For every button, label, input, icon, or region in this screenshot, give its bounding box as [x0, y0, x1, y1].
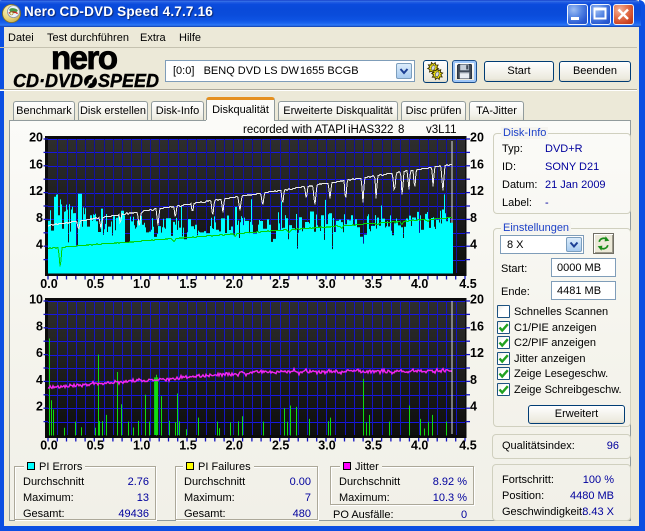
svg-text:8: 8 — [470, 373, 477, 387]
svg-text:20: 20 — [470, 131, 484, 145]
svg-text:2.5: 2.5 — [272, 277, 289, 291]
svg-text:0.5: 0.5 — [87, 439, 104, 453]
svg-text:recorded with ATAPI: recorded with ATAPI — [243, 124, 346, 136]
svg-text:3.0: 3.0 — [318, 277, 335, 291]
svg-text:4.0: 4.0 — [411, 277, 428, 291]
svg-text:1.5: 1.5 — [179, 439, 196, 453]
svg-text:3.5: 3.5 — [365, 439, 382, 453]
svg-text:3.5: 3.5 — [365, 277, 382, 291]
svg-text:iHAS322: iHAS322 — [348, 124, 393, 136]
svg-text:0.0: 0.0 — [40, 277, 57, 291]
svg-text:16: 16 — [29, 157, 43, 171]
svg-text:4: 4 — [470, 400, 477, 414]
svg-text:4: 4 — [36, 238, 43, 252]
svg-text:2: 2 — [36, 400, 43, 414]
svg-text:8: 8 — [398, 124, 404, 136]
svg-text:12: 12 — [29, 184, 43, 198]
svg-text:20: 20 — [470, 293, 484, 307]
svg-text:4.0: 4.0 — [411, 439, 428, 453]
svg-text:2.0: 2.0 — [226, 277, 243, 291]
svg-text:8: 8 — [36, 319, 43, 333]
svg-text:20: 20 — [29, 131, 43, 145]
svg-text:12: 12 — [470, 346, 484, 360]
svg-text:12: 12 — [470, 184, 484, 198]
svg-text:6: 6 — [36, 346, 43, 360]
svg-text:2.0: 2.0 — [226, 439, 243, 453]
svg-text:1.0: 1.0 — [133, 439, 150, 453]
svg-text:0.5: 0.5 — [87, 277, 104, 291]
svg-text:0.0: 0.0 — [40, 439, 57, 453]
svg-text:8: 8 — [36, 211, 43, 225]
svg-text:4: 4 — [470, 238, 477, 252]
svg-text:1.5: 1.5 — [179, 277, 196, 291]
svg-text:10: 10 — [29, 293, 43, 307]
svg-text:16: 16 — [470, 319, 484, 333]
svg-text:4: 4 — [36, 373, 43, 387]
svg-text:8: 8 — [470, 211, 477, 225]
svg-text:2.5: 2.5 — [272, 439, 289, 453]
svg-text:1.0: 1.0 — [133, 277, 150, 291]
svg-text:v3L11: v3L11 — [426, 124, 456, 136]
svg-text:3.0: 3.0 — [318, 439, 335, 453]
svg-text:4.5: 4.5 — [459, 439, 476, 453]
svg-text:16: 16 — [470, 157, 484, 171]
svg-text:4.5: 4.5 — [459, 277, 476, 291]
